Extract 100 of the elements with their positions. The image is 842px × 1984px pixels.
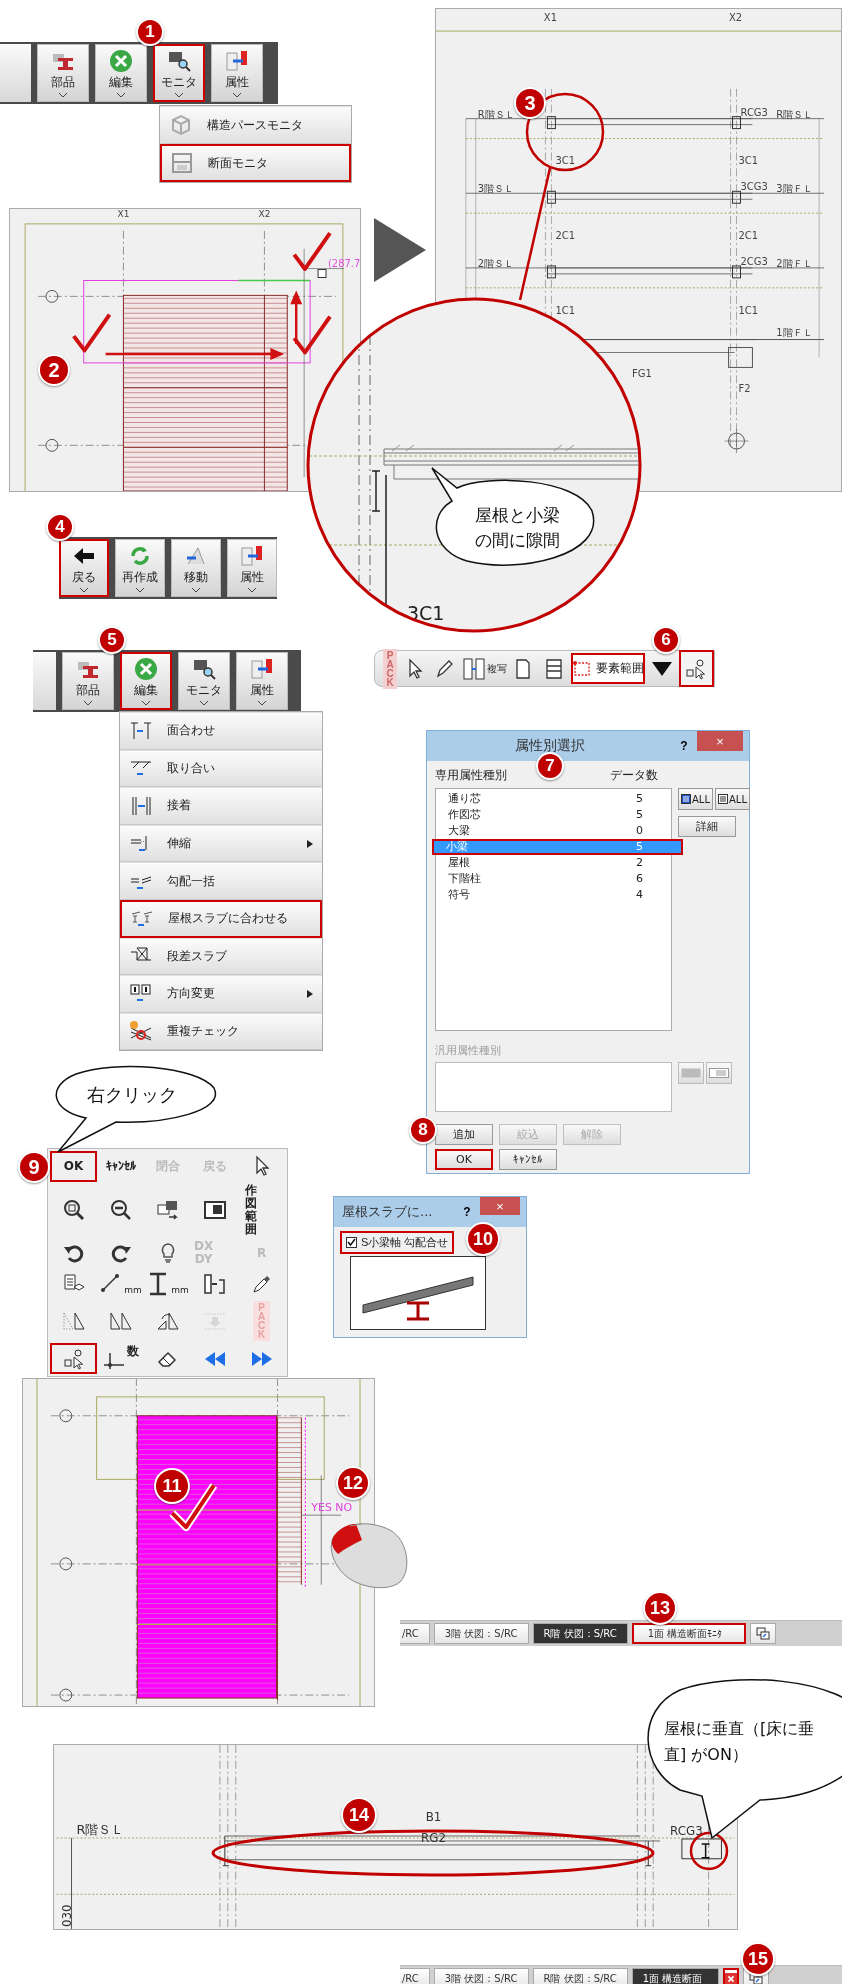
toolbar-button[interactable]: 部品 bbox=[62, 652, 114, 710]
toolbar-button[interactable]: 要素範囲 bbox=[570, 653, 645, 684]
column-label: 3C1 bbox=[555, 155, 575, 167]
menu-item[interactable]: 段差スラブ bbox=[120, 937, 322, 976]
close-button[interactable] bbox=[723, 1968, 740, 1984]
step-badge: 9 bbox=[18, 1151, 50, 1183]
menu-item[interactable]: 方向変更 bbox=[120, 975, 322, 1013]
bond-icon bbox=[129, 794, 153, 818]
detail-button[interactable]: 詳細 bbox=[678, 816, 736, 837]
dimension-value: (287.7 bbox=[328, 257, 361, 269]
dialog-button[interactable]: OK bbox=[435, 1149, 493, 1170]
toolbar-button[interactable]: 再作成 bbox=[115, 539, 166, 597]
chevron-icon bbox=[79, 586, 90, 593]
palette-button[interactable]: mm bbox=[144, 1268, 191, 1300]
dialog-button[interactable]: 追加 bbox=[435, 1124, 493, 1145]
empty-list-icon bbox=[718, 794, 728, 804]
step-badge: 5 bbox=[98, 626, 126, 654]
toolbar-button[interactable]: モニタ bbox=[153, 44, 205, 102]
panel-icon bbox=[240, 543, 264, 568]
step-badge: 6 bbox=[652, 626, 680, 654]
tab[interactable]: /RC bbox=[400, 1623, 430, 1644]
up-arrow bbox=[290, 290, 303, 345]
submenu-arrow-icon bbox=[307, 989, 313, 998]
chevron-icon bbox=[232, 91, 242, 98]
chevron-icon bbox=[116, 91, 126, 98]
list-item[interactable]: 作図芯 5 bbox=[436, 807, 671, 823]
panel-icon bbox=[225, 48, 249, 73]
toolbar-button[interactable]: 編集 bbox=[95, 44, 147, 102]
beam-label: RCG3 bbox=[740, 106, 768, 118]
list-item[interactable]: 通り芯 5 bbox=[436, 791, 671, 807]
level-label: 3階ＳＬ bbox=[477, 183, 515, 195]
chevron-icon bbox=[191, 586, 202, 593]
palette-button[interactable]: 数 bbox=[97, 1343, 144, 1374]
step-badge: 15 bbox=[741, 1942, 775, 1976]
select-all-button[interactable]: ALL bbox=[678, 788, 713, 810]
list-icon bbox=[709, 1068, 729, 1078]
dimension-value: 030 bbox=[59, 1904, 74, 1927]
close-icon bbox=[725, 1971, 738, 1984]
count-header: データ数 bbox=[610, 767, 658, 784]
dialog-title: 屋根スラブに... bbox=[341, 1203, 434, 1221]
palette-button[interactable]: mm bbox=[97, 1268, 144, 1300]
prompt-text: YES NO bbox=[311, 1501, 353, 1515]
toolbar-button[interactable]: 部品 bbox=[37, 44, 89, 102]
tools-icon bbox=[134, 656, 158, 681]
select-all-button[interactable] bbox=[706, 1062, 732, 1084]
chevron-icon bbox=[83, 699, 93, 706]
tab[interactable]: 3階 伏図：S/RC bbox=[433, 1623, 529, 1644]
checkbox[interactable]: S小梁軸 勾配合せ bbox=[340, 1231, 455, 1254]
chevron-icon bbox=[247, 586, 257, 593]
menu-item[interactable]: 勾配一括 bbox=[120, 862, 322, 900]
chevron-icon bbox=[58, 91, 68, 98]
right-triangle-arrow bbox=[374, 218, 426, 282]
list-header: 専用属性種別 bbox=[435, 767, 507, 784]
menu-item[interactable]: 構造パースモニタ bbox=[160, 106, 351, 144]
beam-label: RCG3 bbox=[670, 1824, 703, 1838]
tab[interactable]: 1面 構造断面ﾓﾆﾀ bbox=[631, 1623, 747, 1644]
tab[interactable]: R階 伏図：S/RC bbox=[532, 1623, 628, 1644]
tools-icon bbox=[109, 48, 133, 73]
toolbar-button[interactable]: 属性 bbox=[236, 652, 288, 710]
restore-window-icon bbox=[756, 1626, 771, 1641]
tab[interactable]: 1面 構造断面 bbox=[631, 1968, 720, 1984]
menu-item[interactable]: 屋根スラブに合わせる bbox=[120, 899, 322, 938]
toolbar-button[interactable]: 属性 bbox=[211, 44, 263, 102]
palette-button[interactable]: 作図範囲 bbox=[238, 1181, 264, 1238]
shape-select-icon bbox=[61, 1346, 86, 1371]
checkmark-icon bbox=[72, 313, 112, 353]
chevron-icon bbox=[257, 699, 267, 706]
tab[interactable]: R階 伏図：S/RC bbox=[532, 1968, 628, 1984]
list-item[interactable]: 屋根 2 bbox=[436, 855, 671, 871]
level-label: R階ＳＬ bbox=[776, 108, 814, 120]
menu-item[interactable]: 重複チェック bbox=[120, 1012, 322, 1051]
toolbar-button[interactable]: 移動 bbox=[171, 539, 222, 597]
close-button[interactable]: × bbox=[480, 1197, 520, 1215]
select-all-button[interactable]: ALL bbox=[715, 788, 750, 810]
column-label: 3C1 bbox=[738, 155, 759, 167]
palette-button[interactable]: OK bbox=[50, 1151, 97, 1182]
menu-item[interactable]: 断面モニタ bbox=[160, 144, 351, 182]
close-button[interactable]: × bbox=[697, 731, 743, 751]
footing-label: FG1 bbox=[632, 368, 652, 380]
toolbar-button[interactable]: 戻る bbox=[59, 539, 110, 597]
tab[interactable]: /RC bbox=[400, 1968, 430, 1984]
toolbar-button[interactable]: 編集 bbox=[120, 652, 172, 710]
menu-item[interactable]: 取り合い bbox=[120, 749, 322, 788]
beam-label: 3CG3 bbox=[740, 181, 768, 193]
axis-label: X2 bbox=[258, 208, 271, 219]
list-item[interactable]: 大梁 0 bbox=[436, 823, 671, 839]
menu-item[interactable]: 接着 bbox=[120, 787, 322, 825]
palette-button[interactable]: ｷｬﾝｾﾙ bbox=[97, 1151, 144, 1182]
tab[interactable]: 3階 伏図：S/RC bbox=[433, 1968, 529, 1984]
list-item[interactable]: 下階柱 6 bbox=[436, 871, 671, 887]
toolbar-button[interactable]: 複写 bbox=[462, 653, 507, 684]
toolbar-button[interactable]: 属性 bbox=[227, 539, 277, 597]
menu-item[interactable]: 伸縮 bbox=[120, 824, 322, 863]
toolbar-button[interactable]: モニタ bbox=[178, 652, 230, 710]
help-button[interactable]: ? bbox=[456, 1205, 478, 1219]
dialog-button[interactable]: ｷｬﾝｾﾙ bbox=[499, 1149, 557, 1170]
menu-item[interactable]: 面合わせ bbox=[120, 712, 322, 750]
window-button[interactable] bbox=[750, 1623, 777, 1644]
help-button[interactable]: ? bbox=[673, 739, 695, 753]
list-item[interactable]: 符号 4 bbox=[436, 887, 671, 903]
